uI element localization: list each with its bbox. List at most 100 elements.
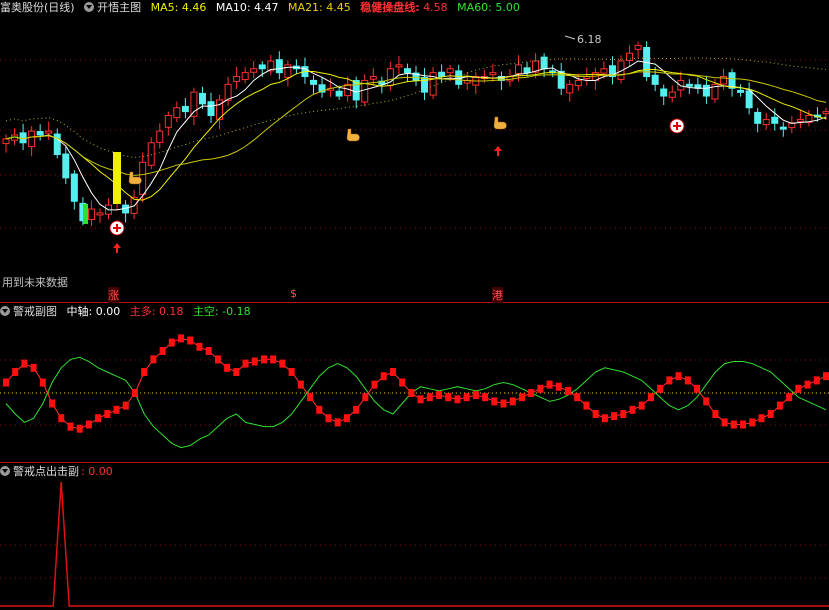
oscillator-block bbox=[546, 380, 553, 389]
candle-body bbox=[96, 212, 104, 216]
oscillator-block bbox=[371, 380, 378, 389]
oscillator-block bbox=[703, 397, 710, 406]
candle-body bbox=[779, 126, 787, 130]
oscillator-block bbox=[39, 378, 46, 387]
candle-body bbox=[19, 132, 27, 144]
oscillator-block bbox=[224, 363, 231, 372]
oscillator-block bbox=[168, 338, 175, 347]
oscillator-block bbox=[67, 422, 74, 431]
candle-body bbox=[796, 118, 804, 122]
oscillator-block bbox=[813, 376, 820, 385]
oscillator-block bbox=[675, 372, 682, 381]
oscillator-block bbox=[30, 363, 37, 372]
candle-body bbox=[489, 72, 497, 76]
oscillator-block bbox=[500, 399, 507, 408]
oscillator-block bbox=[601, 414, 608, 423]
candle-body bbox=[369, 76, 377, 80]
oscillator-block bbox=[518, 393, 525, 402]
bear-line bbox=[5, 356, 827, 449]
candle-body bbox=[198, 92, 206, 105]
candle-body bbox=[651, 74, 659, 85]
oscillator-block bbox=[343, 414, 350, 423]
oscillator-block bbox=[666, 376, 673, 385]
candle-body bbox=[403, 68, 411, 74]
oscillator-block bbox=[95, 414, 102, 423]
oscillator-block bbox=[150, 355, 157, 364]
oscillator-block bbox=[491, 397, 498, 406]
oscillator-block bbox=[537, 384, 544, 393]
candle-body bbox=[70, 173, 78, 202]
oscillator-block bbox=[316, 405, 323, 414]
candle-body bbox=[181, 105, 189, 113]
oscillator-block bbox=[389, 368, 396, 376]
oscillator-block bbox=[647, 393, 654, 402]
candle-body bbox=[28, 130, 36, 148]
candle-body bbox=[395, 64, 403, 68]
candle-body bbox=[702, 84, 710, 97]
oscillator-block bbox=[260, 355, 267, 364]
oscillator-block bbox=[131, 389, 138, 397]
oscillator-block bbox=[482, 393, 489, 402]
candle-body bbox=[156, 130, 164, 143]
candle-body bbox=[745, 90, 753, 109]
up-arrow-icon bbox=[113, 243, 121, 253]
oscillator-block bbox=[721, 418, 728, 427]
oscillator-block bbox=[270, 355, 277, 364]
oscillator-block bbox=[767, 410, 774, 418]
candle-body bbox=[36, 131, 44, 136]
oscillator-block bbox=[288, 368, 295, 376]
oscillator-block bbox=[583, 401, 590, 410]
candle-body bbox=[258, 64, 266, 70]
oscillator-block bbox=[795, 384, 802, 393]
candle-body bbox=[335, 90, 343, 97]
candle-body bbox=[677, 79, 685, 91]
candle-body bbox=[438, 71, 446, 78]
oscillator-block bbox=[574, 393, 581, 402]
candle-body bbox=[600, 68, 608, 74]
oscillator-block bbox=[242, 359, 249, 368]
signal-spike-line bbox=[0, 481, 829, 607]
oscillator-block bbox=[12, 368, 19, 376]
oscillator-block bbox=[454, 395, 461, 404]
oscillator-block bbox=[297, 380, 304, 389]
candle-body bbox=[515, 64, 522, 75]
oscillator-block bbox=[233, 368, 240, 376]
oscillator-block bbox=[362, 393, 369, 402]
oscillator-block bbox=[399, 378, 406, 387]
oscillator-block bbox=[3, 378, 9, 387]
oscillator-block bbox=[196, 342, 203, 351]
oscillator-block bbox=[730, 420, 737, 429]
candle-body bbox=[566, 83, 574, 94]
oscillator-block bbox=[76, 424, 83, 433]
oscillator-block bbox=[657, 384, 664, 393]
candle-body bbox=[190, 91, 198, 117]
candle-body bbox=[53, 133, 61, 155]
oscillator-block bbox=[472, 391, 479, 400]
bull-line bbox=[5, 337, 827, 430]
candle-body bbox=[523, 67, 531, 74]
candle-body bbox=[788, 122, 796, 129]
oscillator-block bbox=[214, 355, 221, 364]
candle-body bbox=[310, 79, 317, 85]
oscillator-block bbox=[307, 393, 314, 402]
up-arrow-icon bbox=[494, 146, 502, 156]
oscillator-block bbox=[528, 389, 535, 397]
green-highlight-bar bbox=[83, 204, 88, 224]
oscillator-block bbox=[740, 420, 747, 429]
oscillator-block bbox=[325, 414, 332, 423]
candle-body bbox=[626, 52, 634, 62]
candle-body bbox=[754, 111, 762, 124]
oscillator-block bbox=[684, 376, 691, 385]
oscillator-block bbox=[592, 410, 599, 418]
oscillator-block bbox=[49, 399, 56, 408]
candle-body bbox=[771, 116, 779, 124]
oscillator-block bbox=[804, 380, 811, 389]
candle-body bbox=[233, 76, 241, 82]
oscillator-block bbox=[279, 359, 286, 368]
oscillator-block bbox=[823, 372, 829, 381]
oscillator-block bbox=[620, 410, 627, 418]
candle-body bbox=[275, 59, 283, 74]
candle-body bbox=[660, 88, 668, 97]
highlight-bar bbox=[113, 152, 121, 204]
oscillator-block bbox=[113, 405, 120, 414]
